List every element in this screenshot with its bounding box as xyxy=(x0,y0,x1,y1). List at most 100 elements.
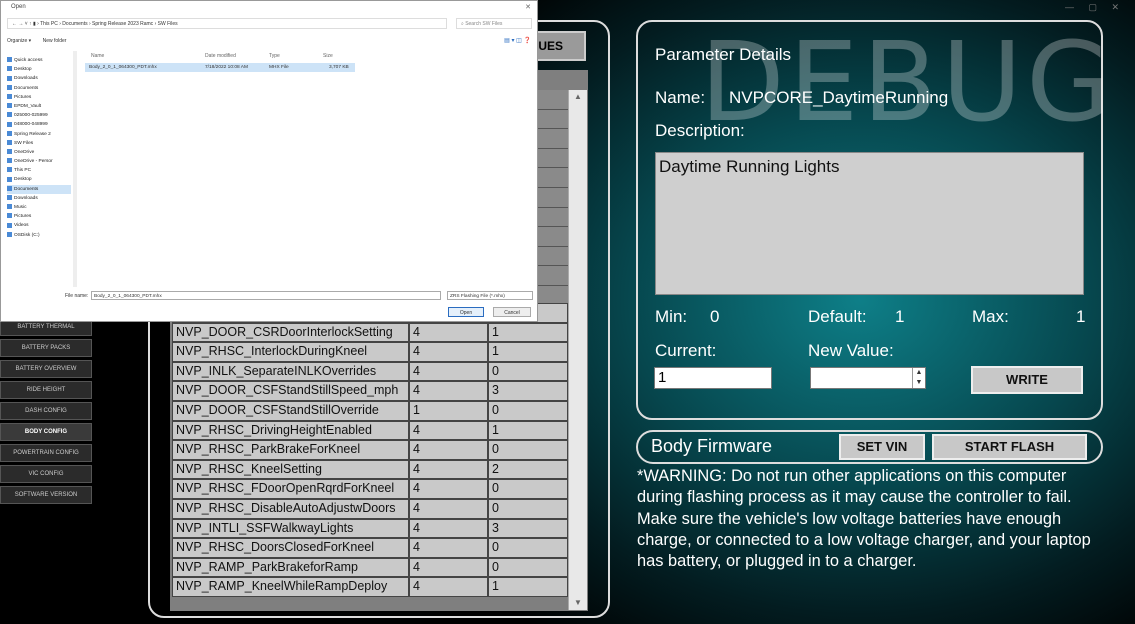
param-value-cell[interactable]: 0 xyxy=(488,538,568,558)
view-options-icon[interactable]: ▤ ▾ ◫ ❓ xyxy=(504,37,531,44)
param-value-cell[interactable]: 0 xyxy=(488,557,568,578)
param-name-cell[interactable]: NVP_RAMP_ParkBrakeforRamp xyxy=(172,557,409,578)
tree-scrollbar[interactable] xyxy=(73,51,77,287)
table-row[interactable]: NVP_RHSC_DisableAutoAdjustwDoors 4 0 xyxy=(172,498,568,519)
param-name-cell[interactable]: NVP_RAMP_KneelWhileRampDeploy xyxy=(172,577,409,597)
param-size-cell[interactable]: 4 xyxy=(409,361,488,382)
column-name[interactable]: Name xyxy=(91,53,104,59)
tree-item[interactable]: Pictures xyxy=(7,212,71,221)
tree-item[interactable]: EPDM_Vault xyxy=(7,102,71,111)
nav-item[interactable]: BODY CONFIG xyxy=(0,423,92,441)
table-row[interactable]: NVP_DOOR_CSFStandStillOverride 1 0 xyxy=(172,400,568,421)
nav-item[interactable]: BATTERY OVERVIEW xyxy=(0,360,92,378)
param-value-cell[interactable]: 0 xyxy=(488,400,568,421)
nav-item[interactable]: VIC CONFIG xyxy=(0,465,92,483)
scroll-up-icon[interactable]: ▲ xyxy=(569,90,587,104)
tree-item[interactable]: Videos xyxy=(7,221,71,230)
table-row[interactable]: NVP_INTLI_SSFWalkwayLights 4 3 xyxy=(172,518,568,539)
param-name-cell[interactable]: NVP_DOOR_CSFStandStillSpeed_mph xyxy=(172,381,409,401)
open-button[interactable]: Open xyxy=(448,307,484,317)
table-row[interactable]: NVP_RHSC_ParkBrakeForKneel 4 0 xyxy=(172,440,568,460)
param-size-cell[interactable]: 4 xyxy=(409,479,488,499)
tree-item[interactable]: Desktop xyxy=(7,65,71,74)
param-name-cell[interactable]: NVP_DOOR_CSFStandStillOverride xyxy=(172,400,409,421)
column-type[interactable]: Type xyxy=(269,53,280,59)
nav-item[interactable]: SOFTWARE VERSION xyxy=(0,486,92,504)
param-size-cell[interactable]: 4 xyxy=(409,420,488,441)
table-row[interactable]: NVP_RAMP_ParkBrakeforRamp 4 0 xyxy=(172,557,568,578)
param-size-cell[interactable]: 4 xyxy=(409,322,488,343)
table-row[interactable]: NVP_RHSC_FDoorOpenRqrdForKneel 4 0 xyxy=(172,479,568,499)
param-name-cell[interactable]: NVP_RHSC_InterlockDuringKneel xyxy=(172,342,409,362)
table-row[interactable]: NVP_RHSC_InterlockDuringKneel 4 1 xyxy=(172,342,568,362)
nav-item[interactable]: POWERTRAIN CONFIG xyxy=(0,444,92,462)
current-value-field[interactable]: 1 xyxy=(654,367,772,389)
param-size-cell[interactable]: 4 xyxy=(409,518,488,539)
param-size-cell[interactable]: 4 xyxy=(409,440,488,460)
set-vin-button[interactable]: SET VIN xyxy=(839,434,925,460)
filetype-select[interactable]: ZRS Flashing File (*.mhx) xyxy=(447,291,533,300)
close-icon[interactable]: ✕ xyxy=(525,3,531,11)
param-name-cell[interactable]: NVP_RHSC_DisableAutoAdjustwDoors xyxy=(172,498,409,519)
column-date[interactable]: Date modified xyxy=(205,53,236,59)
param-size-cell[interactable]: 1 xyxy=(409,400,488,421)
tree-item[interactable]: 048000-048999 xyxy=(7,120,71,129)
organize-button[interactable]: Organize ▾ xyxy=(7,38,31,44)
nav-item[interactable]: RIDE HEIGHT xyxy=(0,381,92,399)
param-size-cell[interactable]: 4 xyxy=(409,459,488,480)
param-size-cell[interactable]: 4 xyxy=(409,577,488,597)
tree-item[interactable]: Music xyxy=(7,203,71,212)
grid-scrollbar[interactable]: ▲ ▼ xyxy=(568,90,587,610)
param-name-cell[interactable]: NVP_DOOR_CSRDoorInterlockSetting xyxy=(172,322,409,343)
address-bar[interactable]: ← → ˅ ↑ ▮ › This PC › Documents › Spring… xyxy=(7,18,447,29)
param-size-cell[interactable]: 4 xyxy=(409,557,488,578)
file-row[interactable]: Body_2_0_1_064300_PDT.mhx 7/18/2022 10:0… xyxy=(85,63,355,72)
tree-item[interactable]: Documents xyxy=(7,184,71,194)
tree-item[interactable]: Downloads xyxy=(7,74,71,83)
tree-item[interactable]: This PC xyxy=(7,166,71,175)
write-button[interactable]: WRITE xyxy=(971,366,1083,394)
table-row[interactable]: NVP_RAMP_KneelWhileRampDeploy 4 1 xyxy=(172,577,568,597)
param-name-cell[interactable]: NVP_RHSC_DoorsClosedForKneel xyxy=(172,538,409,558)
column-size[interactable]: Size xyxy=(323,53,333,59)
window-controls[interactable]: — ▢ ✕ xyxy=(1065,2,1125,13)
param-name-cell[interactable]: NVP_RHSC_ParkBrakeForKneel xyxy=(172,440,409,460)
nav-item[interactable]: BATTERY PACKS xyxy=(0,339,92,357)
spin-arrows-icon[interactable]: ▲ ▼ xyxy=(912,368,925,388)
tree-item[interactable]: Quick access xyxy=(7,56,71,65)
param-size-cell[interactable]: 4 xyxy=(409,498,488,519)
table-row[interactable]: NVP_RHSC_KneelSetting 4 2 xyxy=(172,459,568,480)
param-value-cell[interactable]: 1 xyxy=(488,322,568,343)
nav-item[interactable]: DASH CONFIG xyxy=(0,402,92,420)
tree-item[interactable]: Documents xyxy=(7,84,71,93)
table-row[interactable]: NVP_INLK_SeparateINLKOverrides 4 0 xyxy=(172,361,568,382)
tree-item[interactable]: SW Files xyxy=(7,139,71,148)
param-value-cell[interactable]: 3 xyxy=(488,518,568,539)
scroll-down-icon[interactable]: ▼ xyxy=(569,596,587,610)
param-value-cell[interactable]: 0 xyxy=(488,498,568,519)
new-value-stepper[interactable]: ▲ ▼ xyxy=(810,367,926,389)
param-value-cell[interactable]: 2 xyxy=(488,459,568,480)
table-row[interactable]: NVP_RHSC_DrivingHeightEnabled 4 1 xyxy=(172,420,568,441)
tree-item[interactable]: 025000-025999 xyxy=(7,111,71,120)
tree-item[interactable]: OneDrive - Persor xyxy=(7,157,71,166)
param-value-cell[interactable]: 0 xyxy=(488,361,568,382)
tree-item[interactable]: OSDisk (C:) xyxy=(7,231,71,240)
search-input[interactable]: ⌕ Search SW Files xyxy=(456,18,532,29)
param-size-cell[interactable]: 4 xyxy=(409,538,488,558)
cancel-button[interactable]: Cancel xyxy=(493,307,531,317)
param-name-cell[interactable]: NVP_RHSC_DrivingHeightEnabled xyxy=(172,420,409,441)
param-value-cell[interactable]: 0 xyxy=(488,479,568,499)
param-value-cell[interactable]: 1 xyxy=(488,420,568,441)
param-name-cell[interactable]: NVP_INTLI_SSFWalkwayLights xyxy=(172,518,409,539)
table-row[interactable]: NVP_RHSC_DoorsClosedForKneel 4 0 xyxy=(172,538,568,558)
start-flash-button[interactable]: START FLASH xyxy=(932,434,1087,460)
table-row[interactable]: NVP_DOOR_CSFStandStillSpeed_mph 4 3 xyxy=(172,381,568,401)
param-size-cell[interactable]: 4 xyxy=(409,342,488,362)
tree-item[interactable]: Spring Release 2 xyxy=(7,130,71,139)
param-name-cell[interactable]: NVP_INLK_SeparateINLKOverrides xyxy=(172,361,409,382)
tree-item[interactable]: Downloads xyxy=(7,194,71,203)
param-value-cell[interactable]: 3 xyxy=(488,381,568,401)
param-value-cell[interactable]: 1 xyxy=(488,577,568,597)
param-name-cell[interactable]: NVP_RHSC_FDoorOpenRqrdForKneel xyxy=(172,479,409,499)
